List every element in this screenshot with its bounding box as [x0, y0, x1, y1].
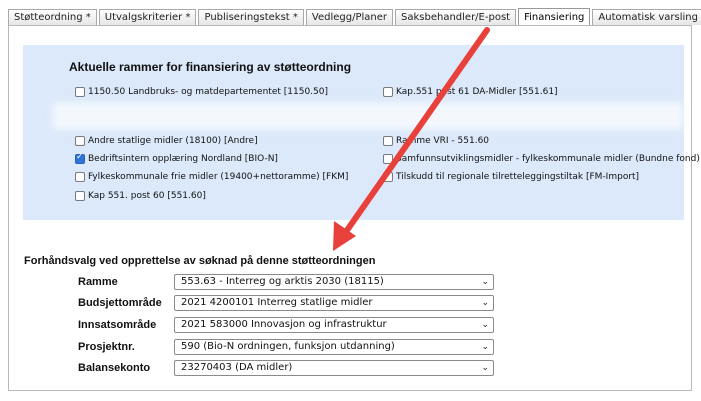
tab-publiseringstekst[interactable]: Publiseringstekst * [198, 9, 304, 25]
checkbox[interactable] [75, 136, 85, 146]
checkbox-label: Fylkeskommunale frie midler (19400+netto… [88, 172, 349, 182]
checkbox-checked[interactable] [75, 152, 85, 164]
checkbox-label: Samfunnsutviklingsmidler - fylkeskommuna… [396, 154, 700, 164]
tab-automatisk-varsling[interactable]: Automatisk varsling [592, 9, 701, 25]
select-value: 553.63 - Interreg og arktis 2030 (18115) [181, 276, 384, 287]
panel-title: Aktuelle rammer for finansiering av støt… [69, 60, 352, 74]
checkbox[interactable] [75, 172, 85, 182]
tab-utvalgskriterier[interactable]: Utvalgskriterier * [98, 9, 197, 25]
checkbox[interactable] [75, 191, 85, 201]
chevron-down-icon: ⌄ [481, 320, 489, 330]
select-value: 2021 583000 Innovasjon og infrastruktur [181, 319, 387, 330]
balansekonto-select[interactable]: 23270403 (DA midler) ⌄ [174, 360, 494, 376]
checkbox-label: Andre statlige midler (18100) [Andre] [88, 136, 258, 146]
chevron-down-icon: ⌄ [481, 277, 489, 287]
checkbox-item[interactable]: Kap 551. post 60 [551.60] [75, 191, 206, 201]
field-label: Budsjettområde [78, 297, 162, 309]
field-label: Balansekonto [78, 362, 151, 374]
tab-stotteordning[interactable]: Støtteordning * [8, 9, 97, 25]
select-value: 590 (Bio-N ordningen, funksjon utdanning… [181, 341, 395, 352]
checkbox-label: Tilskudd til regionale tilretteleggingst… [396, 172, 640, 182]
ramme-select[interactable]: 553.63 - Interreg og arktis 2030 (18115)… [174, 274, 494, 290]
checkbox[interactable] [383, 136, 393, 146]
field-label: Ramme [78, 276, 118, 288]
preselect-title: Forhåndsvalg ved opprettelse av søknad p… [24, 255, 376, 267]
checkbox-label: Kap 551. post 60 [551.60] [88, 191, 206, 201]
tab-saksbehandler-epost[interactable]: Saksbehandler/E-post [395, 9, 517, 25]
checkbox-item[interactable]: Tilskudd til regionale tilretteleggingst… [383, 172, 639, 182]
blurred-region [53, 103, 683, 129]
form-row-ramme: Ramme 553.63 - Interreg og arktis 2030 (… [78, 273, 494, 291]
checkbox-item[interactable]: Andre statlige midler (18100) [Andre] [75, 136, 258, 146]
prosjektnr-select[interactable]: 590 (Bio-N ordningen, funksjon utdanning… [174, 339, 494, 355]
budsjettomrade-select[interactable]: 2021 4200101 Interreg statlige midler ⌄ [174, 295, 494, 311]
form-row-budsjettomrade: Budsjettområde 2021 4200101 Interreg sta… [78, 294, 494, 312]
tab-bar: Støtteordning * Utvalgskriterier * Publi… [8, 8, 701, 26]
tab-finansiering[interactable]: Finansiering [518, 8, 591, 26]
checkbox-label: Kap.551 post 61 DA-Midler [551.61] [396, 87, 558, 97]
select-value: 23270403 (DA midler) [181, 362, 293, 373]
chevron-down-icon: ⌄ [481, 298, 489, 308]
checkbox-item[interactable]: Fylkeskommunale frie midler (19400+netto… [75, 172, 348, 182]
checkbox-item[interactable]: Samfunnsutviklingsmidler - fylkeskommuna… [383, 154, 700, 164]
checkbox-item[interactable]: Bedriftsintern opplæring Nordland [BIO-N… [75, 152, 278, 164]
checkbox-label: Bedriftsintern opplæring Nordland [BIO-N… [88, 154, 278, 164]
select-value: 2021 4200101 Interreg statlige midler [181, 297, 373, 308]
checkbox-label: Ramme VRI - 551.60 [396, 136, 490, 146]
form-row-prosjektnr: Prosjektnr. 590 (Bio-N ordningen, funksj… [78, 338, 494, 356]
checkbox-item[interactable]: 1150.50 Landbruks- og matdepartementet [… [75, 87, 328, 97]
checkbox[interactable] [383, 172, 393, 182]
financing-frames-panel: Aktuelle rammer for finansiering av støt… [23, 45, 700, 220]
checkbox[interactable] [383, 87, 393, 97]
checkbox-item[interactable]: Kap.551 post 61 DA-Midler [551.61] [383, 87, 558, 97]
chevron-down-icon: ⌄ [481, 363, 489, 373]
form-row-innsatsomrade: Innsatsområde 2021 583000 Innovasjon og … [78, 316, 494, 334]
innsatsomrade-select[interactable]: 2021 583000 Innovasjon og infrastruktur … [174, 317, 494, 333]
checkbox[interactable] [383, 154, 393, 164]
field-label: Prosjektnr. [78, 341, 135, 353]
checkbox-label: 1150.50 Landbruks- og matdepartementet [… [88, 87, 328, 97]
chevron-down-icon: ⌄ [481, 342, 489, 352]
checkbox-item[interactable]: Ramme VRI - 551.60 [383, 136, 489, 146]
checkbox[interactable] [75, 87, 85, 97]
field-label: Innsatsområde [78, 319, 157, 331]
tab-vedlegg-planer[interactable]: Vedlegg/Planer [305, 9, 394, 25]
form-row-balansekonto: Balansekonto 23270403 (DA midler) ⌄ [78, 359, 494, 377]
